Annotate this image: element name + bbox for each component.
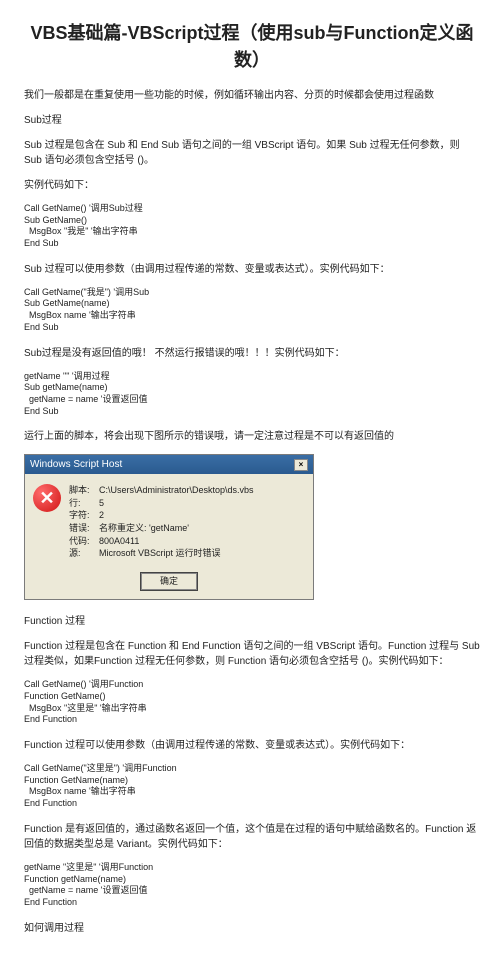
error-icon: ✕ <box>33 484 61 512</box>
code-block-3: getName "" '调用过程 Sub getName(name) getNa… <box>24 371 480 418</box>
section-function: Function 过程 <box>24 614 480 629</box>
func-desc-2: Function 过程可以使用参数（由调用过程传递的常数、变量或表达式）。实例代… <box>24 738 480 753</box>
code-block-2: Call GetName("我是") '调用Sub Sub GetName(na… <box>24 287 480 334</box>
func-desc-3: Function 是有返回值的，通过函数名返回一个值，这个值是在过程的语句中赋给… <box>24 822 480 852</box>
dialog-title: Windows Script Host <box>30 457 122 472</box>
sub-desc-4: Sub过程是没有返回值的哦！ 不然运行报错误的哦！！！实例代码如下： <box>24 346 480 361</box>
code-block-6: getName "这里是" '调用Function Function getNa… <box>24 862 480 909</box>
ok-button[interactable]: 确定 <box>141 573 197 591</box>
code-block-4: Call GetName() '调用Function Function GetN… <box>24 679 480 726</box>
sub-desc-1: Sub 过程是包含在 Sub 和 End Sub 语句之间的一组 VBScrip… <box>24 138 480 168</box>
sub-desc-2: 实例代码如下： <box>24 178 480 193</box>
close-icon[interactable]: × <box>294 459 308 471</box>
intro-text: 我们一般都是在重复使用一些功能的时候，例如循环输出内容、分页的时候都会使用过程函… <box>24 88 480 103</box>
page-title: VBS基础篇-VBScript过程（使用sub与Function定义函数） <box>24 20 480 74</box>
code-block-1: Call GetName() '调用Sub过程 Sub GetName() Ms… <box>24 203 480 250</box>
dialog-titlebar: Windows Script Host × <box>25 455 313 474</box>
sub-desc-3: Sub 过程可以使用参数（由调用过程传递的常数、变量或表达式）。实例代码如下： <box>24 262 480 277</box>
dialog-text: 脚本:C:\Users\Administrator\Desktop\ds.vbs… <box>69 484 254 560</box>
sub-desc-5: 运行上面的脚本，将会出现下图所示的错误哦，请一定注意过程是不可以有返回值的 <box>24 429 480 444</box>
section-call: 如何调用过程 <box>24 921 480 936</box>
error-dialog: Windows Script Host × ✕ 脚本:C:\Users\Admi… <box>24 454 314 600</box>
func-desc-1: Function 过程是包含在 Function 和 End Function … <box>24 639 480 669</box>
code-block-5: Call GetName("这里是") '调用Function Function… <box>24 763 480 810</box>
section-sub: Sub过程 <box>24 113 480 128</box>
